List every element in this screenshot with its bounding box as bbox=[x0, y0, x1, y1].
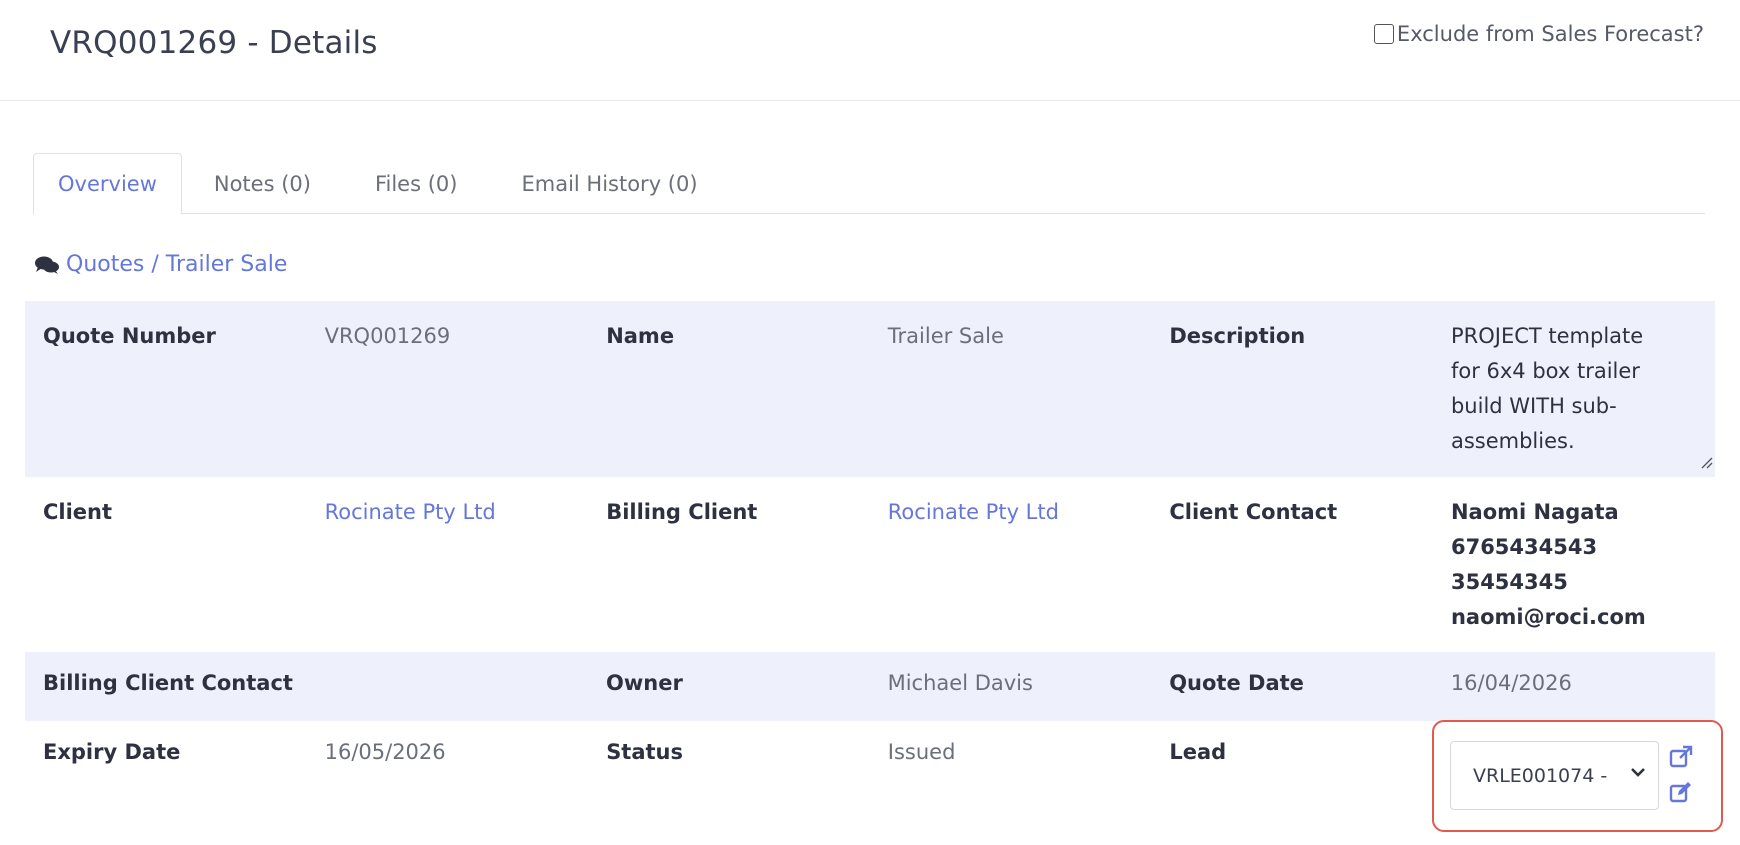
name-label: Name bbox=[606, 324, 675, 348]
quote-date-value: 16/04/2026 bbox=[1450, 671, 1572, 695]
quote-number-value: VRQ001269 bbox=[324, 324, 451, 348]
breadcrumb[interactable]: Quotes / Trailer Sale bbox=[34, 252, 287, 277]
owner-label: Owner bbox=[606, 671, 683, 695]
client-link[interactable]: Rocinate Pty Ltd bbox=[307, 477, 589, 652]
description-value: PROJECT template for 6x4 box trailer bui… bbox=[1450, 324, 1644, 453]
tab-email-history[interactable]: Email History (0) bbox=[489, 153, 729, 214]
name-value: Trailer Sale bbox=[887, 324, 1004, 348]
tab-files[interactable]: Files (0) bbox=[343, 153, 490, 214]
breadcrumb-link[interactable]: Quotes / Trailer Sale bbox=[66, 252, 287, 277]
client-label: Client bbox=[43, 500, 113, 524]
tab-overview[interactable]: Overview bbox=[33, 153, 182, 215]
comments-icon bbox=[35, 256, 59, 274]
tab-bar: Overview Notes (0) Files (0) Email Histo… bbox=[33, 153, 1705, 215]
client-contact-value: Naomi Nagata 6765434543 35454345 naomi@r… bbox=[1450, 500, 1646, 629]
external-link-icon[interactable] bbox=[1668, 744, 1694, 770]
details-row: Quote Number VRQ001269 Name Trailer Sale… bbox=[25, 301, 1715, 477]
tab-notes[interactable]: Notes (0) bbox=[182, 153, 343, 214]
expiry-date-label: Expiry Date bbox=[43, 740, 181, 764]
quote-number-label: Quote Number bbox=[43, 324, 216, 348]
page-header: VRQ001269 - Details Exclude from Sales F… bbox=[0, 0, 1740, 101]
description-label: Description bbox=[1169, 324, 1306, 348]
page-title: VRQ001269 - Details bbox=[50, 25, 378, 61]
expiry-date-value: 16/05/2026 bbox=[324, 740, 446, 764]
status-value: Issued bbox=[887, 740, 956, 764]
exclude-forecast-checkbox[interactable] bbox=[1373, 24, 1394, 44]
details-row: Client Rocinate Pty Ltd Billing Client R… bbox=[25, 477, 1715, 652]
edit-icon[interactable] bbox=[1668, 779, 1694, 805]
exclude-forecast-label: Exclude from Sales Forecast? bbox=[1396, 22, 1704, 46]
chevron-down-icon bbox=[1631, 768, 1645, 777]
status-label: Status bbox=[606, 740, 684, 764]
lead-select-value: VRLE001074 - bbox=[1473, 764, 1608, 787]
lead-label: Lead bbox=[1169, 740, 1227, 764]
billing-client-contact-label: Billing Client Contact bbox=[43, 671, 293, 695]
client-contact-label: Client Contact bbox=[1169, 500, 1338, 524]
details-row: Billing Client Contact Owner Michael Dav… bbox=[25, 652, 1715, 721]
lead-select[interactable]: VRLE001074 - bbox=[1450, 741, 1659, 810]
owner-value: Michael Davis bbox=[887, 671, 1033, 695]
quote-date-label: Quote Date bbox=[1169, 671, 1304, 695]
exclude-forecast-control[interactable]: Exclude from Sales Forecast? bbox=[1373, 22, 1704, 46]
billing-client-link[interactable]: Rocinate Pty Ltd bbox=[870, 477, 1152, 652]
resize-grip-icon[interactable] bbox=[1699, 455, 1713, 469]
billing-client-label: Billing Client bbox=[606, 500, 758, 524]
